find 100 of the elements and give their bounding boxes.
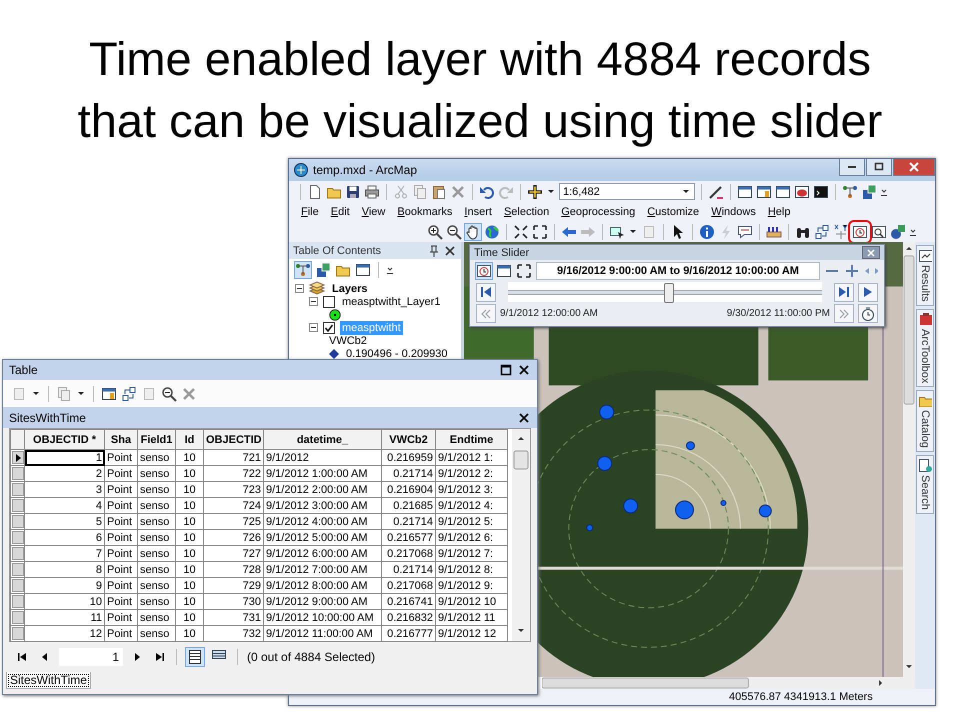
table-cell: 10 [176,546,204,562]
slider-thumb[interactable] [664,283,674,303]
menu-item[interactable]: Geoprocessing [561,206,636,218]
checkbox[interactable] [323,322,335,334]
table-cell: 4 [24,498,104,514]
window-title: temp.mxd - ArcMap [313,163,418,177]
step-forward-button[interactable] [834,282,854,302]
menu-item[interactable]: View [362,206,386,218]
chart-window-icon[interactable] [756,184,772,200]
collapse-icon[interactable] [309,323,318,332]
table-cell: 0.216959 [382,450,436,466]
back-to-start-button[interactable] [476,282,496,302]
record-number-field[interactable]: 1 [59,648,123,666]
column-header[interactable]: Field1 [138,430,176,450]
end-time-label: 9/30/2012 11:00:00 PM [726,308,830,319]
layer-name[interactable]: measptwitht_Layer1 [340,294,442,308]
magnifier-window-icon[interactable] [871,224,887,240]
dropdown-caret-icon[interactable] [77,390,85,398]
map-window-icon[interactable] [794,184,810,200]
menu-item[interactable]: Selection [504,206,550,218]
dropdown-caret-icon[interactable] [629,228,637,236]
window-icon[interactable] [737,184,753,200]
close-icon[interactable] [517,410,531,424]
table-cell: 10 [176,482,204,498]
html-popup-icon[interactable] [737,224,753,240]
list-by-drawing-order-icon[interactable] [295,262,311,278]
close-button[interactable] [862,246,880,259]
zoom-in-plus-icon[interactable] [844,263,860,279]
fixed-zoom-in-icon[interactable] [513,224,529,240]
dock-tab[interactable]: ArcToolbox [916,308,934,388]
column-header[interactable]: Id [176,430,204,450]
time-slider-track[interactable] [508,282,822,302]
zoom-out-icon[interactable] [446,224,462,240]
maximize-icon[interactable] [499,363,513,377]
column-header[interactable]: datetime_ [264,430,382,450]
menu-item[interactable]: Insert [464,206,492,218]
maximize-button[interactable] [866,159,892,176]
menu-item[interactable]: Windows [711,206,756,218]
close-button[interactable] [893,159,935,176]
table-cell: 0.216832 [382,610,436,626]
editor-pencil-icon[interactable] [708,184,724,200]
close-icon[interactable] [443,244,457,258]
close-icon[interactable] [517,363,531,377]
dock-tab[interactable]: Catalog [916,390,934,452]
dropdown-caret-icon[interactable] [32,390,40,398]
dock-tab[interactable]: Search [916,455,934,514]
paste-icon[interactable] [431,184,447,200]
minimize-button[interactable] [839,159,865,176]
table-cell: 7 [24,546,104,562]
table-cell: 9/1/2012 2:00:00 AM [264,482,382,498]
dock-tab[interactable]: Results [916,245,934,306]
collapse-icon[interactable] [309,297,318,306]
table-cell: 9/1/2012 5:00:00 AM [264,530,382,546]
horizontal-scrollbar[interactable] [542,677,915,689]
identify-icon[interactable] [699,224,715,240]
table-cell: Point [104,594,138,610]
column-header[interactable]: VWCb2 [382,430,436,450]
window-icon[interactable] [775,184,791,200]
add-data-icon[interactable] [527,184,543,200]
dropdown-caret-icon[interactable] [547,188,555,196]
playback-options-button[interactable] [858,304,878,323]
window-icon[interactable] [496,263,512,279]
table-cell: 10 [176,626,204,642]
scale-dropdown[interactable]: 1:6,482 [559,183,695,200]
vertical-scrollbar[interactable] [903,242,915,677]
pan-hand-icon[interactable] [465,224,481,240]
layer-group-label[interactable]: Layers [330,282,370,296]
new-document-icon[interactable] [307,184,323,200]
collapse-icon[interactable] [295,284,304,293]
menu-item[interactable]: Customize [647,206,700,218]
fixed-zoom-out-icon[interactable] [532,224,548,240]
menu-item[interactable]: File [301,206,319,218]
zoom-in-icon[interactable] [427,224,443,240]
table-cell: senso [138,578,176,594]
print-icon[interactable] [364,184,380,200]
model-nodes-icon[interactable] [842,184,858,200]
class-range-label: 0.190496 - 0.209930 [345,346,449,360]
time-options-icon[interactable] [476,263,492,279]
save-icon[interactable] [345,184,361,200]
delete-icon[interactable] [450,184,466,200]
table-cell: 10 [176,610,204,626]
show-all-records-icon[interactable] [186,648,204,666]
column-header[interactable]: Endtime [436,430,508,450]
pin-icon[interactable] [427,244,441,258]
globe-icon[interactable] [484,224,500,240]
menu-item[interactable]: Help [768,206,790,218]
checkbox[interactable] [323,296,335,308]
menu-item[interactable]: Bookmarks [397,206,452,218]
vertical-scrollbar[interactable] [512,429,530,641]
map-point [597,456,612,471]
table-tab[interactable]: SitesWithTime [6,672,91,689]
menu-item[interactable]: Edit [330,206,350,218]
play-button[interactable] [858,282,878,302]
step-back-button[interactable] [476,304,496,323]
column-header[interactable]: OBJECTID [204,430,264,450]
row-selector[interactable] [12,451,24,464]
column-header[interactable]: Sha [104,430,138,450]
table-cell: senso [138,562,176,578]
close-icon [865,246,877,258]
column-header[interactable]: OBJECTID * [24,430,104,450]
